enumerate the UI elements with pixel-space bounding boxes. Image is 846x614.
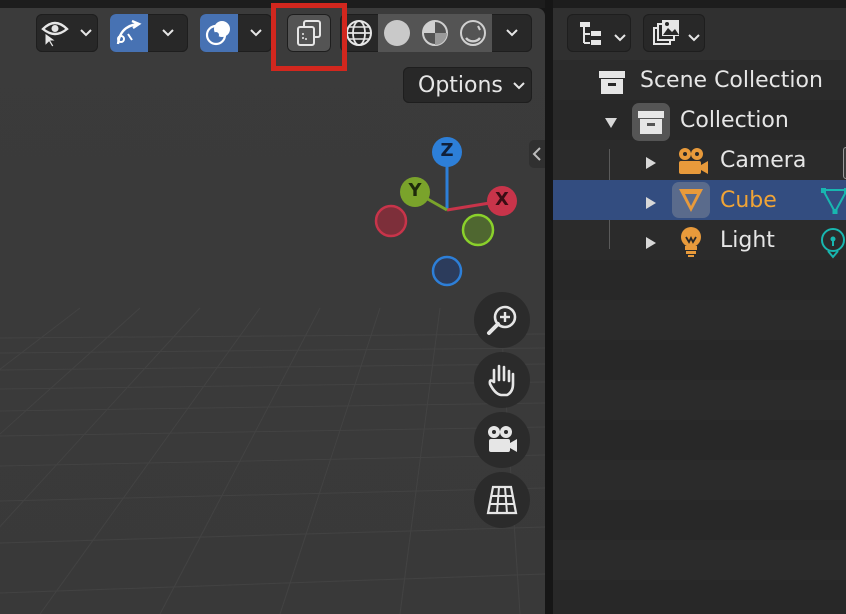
light-data-icon[interactable] [818, 227, 846, 263]
outliner-row-camera[interactable]: Camera [553, 142, 846, 182]
solid-shading-button[interactable] [378, 14, 416, 52]
chevron-down-icon [244, 14, 268, 52]
outliner-row-cube[interactable]: Cube [553, 180, 846, 220]
zoom-in-icon [487, 305, 517, 335]
outliner-row-scene-collection[interactable]: Scene Collection [553, 62, 846, 102]
filter-dropdown[interactable] [643, 14, 705, 52]
outliner-item-label: Camera [720, 148, 807, 173]
outliner-tree-icon [577, 18, 607, 48]
chevron-down-icon [156, 14, 180, 52]
expand-right-arrow-icon[interactable] [645, 235, 657, 254]
shading-modes-group [340, 14, 532, 52]
negative-y-axis-handle [461, 213, 495, 247]
row-stripe [553, 460, 846, 500]
outliner-header [553, 8, 846, 60]
3d-viewport[interactable]: Options Z X Y [0, 8, 545, 614]
camera-view-icon [488, 426, 517, 452]
gizmo-dropdown[interactable] [110, 14, 188, 52]
x-axis-label: X [495, 189, 509, 210]
expand-right-arrow-icon[interactable] [645, 195, 657, 214]
rendered-shading-button[interactable] [454, 14, 492, 52]
gizmo-curve-icon[interactable] [110, 14, 148, 52]
scene-collection-label: Scene Collection [640, 68, 823, 93]
image-filter-icon [651, 18, 681, 48]
hand-pan-icon [488, 364, 515, 397]
sidebar-expand-arrow[interactable] [529, 140, 545, 168]
collection-label: Collection [680, 108, 789, 133]
options-dropdown[interactable]: Options [403, 67, 532, 103]
outliner-item-label: Cube [720, 188, 777, 213]
perspective-grid-icon [486, 485, 518, 515]
eye-cursor-icon [36, 14, 74, 52]
outliner-item-label: Light [720, 228, 775, 253]
chevron-down-icon [613, 28, 627, 47]
chevron-down-icon [687, 28, 701, 47]
pan-button[interactable] [474, 352, 530, 408]
expand-right-arrow-icon[interactable] [645, 155, 657, 174]
material-preview-shading-button[interactable] [416, 14, 454, 52]
overlay-circles-icon[interactable] [200, 14, 238, 52]
mesh-data-icon[interactable] [820, 186, 846, 220]
row-stripe [553, 300, 846, 340]
camera-view-button[interactable] [474, 412, 530, 468]
negative-x-axis-handle [374, 204, 408, 238]
mesh-object-icon [672, 182, 710, 218]
view-object-types-dropdown[interactable] [36, 14, 98, 52]
z-axis-label: Z [440, 140, 454, 161]
material-sphere-icon [422, 20, 448, 46]
rendered-sphere-icon [460, 20, 486, 46]
row-stripe [553, 380, 846, 420]
outliner-row-collection[interactable]: Collection [553, 102, 846, 142]
display-mode-dropdown[interactable] [567, 14, 631, 52]
perspective-toggle-button[interactable] [474, 472, 530, 528]
outliner-panel: Scene Collection Collection Camera Cube … [553, 8, 846, 614]
chevron-down-icon [500, 14, 524, 52]
overlays-dropdown[interactable] [200, 14, 272, 52]
editor-separator[interactable] [545, 0, 553, 614]
solid-sphere-icon [384, 20, 410, 46]
highlight-box [271, 3, 347, 71]
wireframe-sphere-icon [346, 20, 372, 46]
chevron-down-icon [74, 14, 98, 52]
expand-down-arrow-icon[interactable] [604, 114, 618, 133]
row-stripe [553, 540, 846, 580]
collection-icon [632, 103, 670, 141]
light-object-icon [677, 226, 705, 262]
negative-z-axis-handle [431, 255, 463, 287]
zoom-button[interactable] [474, 292, 530, 348]
scene-collection-icon [597, 67, 627, 101]
outliner-row-light[interactable]: Light [553, 222, 846, 262]
options-label: Options [418, 72, 503, 98]
y-axis-label: Y [408, 180, 422, 201]
top-border-strip [0, 0, 846, 8]
chevron-left-icon [532, 147, 541, 161]
camera-object-icon [675, 146, 709, 182]
chevron-down-icon [512, 75, 526, 101]
